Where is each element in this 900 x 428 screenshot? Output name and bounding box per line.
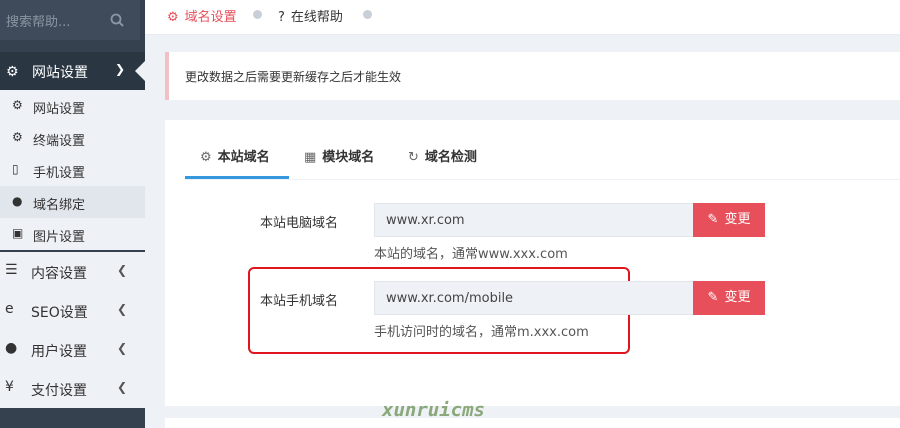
edit-icon: ✎: [707, 212, 719, 227]
gear-icon: ⚙: [167, 10, 179, 25]
mobile-domain-field[interactable]: [374, 281, 694, 315]
sidebar-item-payment[interactable]: ¥ 支付设置 ❮: [0, 369, 145, 408]
chevron-left-icon: ❮: [117, 263, 128, 277]
pc-domain-help: 本站的域名，通常www.xxx.com: [374, 247, 568, 262]
refresh-icon: ↻: [408, 150, 419, 165]
mobile-icon: ▯: [12, 162, 19, 176]
breadcrumb-separator: [363, 10, 372, 19]
tab-label: 模块域名: [322, 150, 375, 165]
sidebar: 搜索帮助... ⚙ 网站设置 ❯ ⚙ 网站设置 ⚙ 终端设置 ▯ 手机设置 ● …: [0, 0, 145, 428]
gear-icon: ⚙: [12, 98, 23, 112]
ie-icon: e: [5, 301, 14, 317]
sidebar-subitem-website[interactable]: ⚙ 网站设置: [0, 90, 145, 122]
breadcrumb: ⚙ 域名设置 ? 在线帮助: [145, 0, 900, 35]
gear-icon: ⚙: [200, 150, 212, 165]
yen-icon: ¥: [5, 379, 14, 395]
subitem-label: 图片设置: [33, 230, 86, 245]
sidebar-subitem-domain[interactable]: ● 域名绑定: [0, 186, 145, 218]
item-label: SEO设置: [31, 305, 88, 321]
mobile-domain-help: 手机访问时的域名，通常m.xxx.com: [374, 325, 589, 340]
subitem-label: 域名绑定: [33, 198, 86, 213]
list-icon: ☰: [5, 262, 18, 278]
subitem-label: 终端设置: [33, 134, 86, 149]
active-indicator: [135, 61, 145, 81]
domain-settings-panel: ⚙ 本站域名 ▦ 模块域名 ↻ 域名检测 本站电脑域名 ✎ 变更 本站的域名，通常www…: [165, 120, 900, 406]
notice-alert: 更改数据之后需要更新缓存之后才能生效: [165, 52, 900, 100]
bottom-panel: [165, 418, 900, 428]
image-icon: ▣: [12, 226, 24, 240]
chevron-left-icon: ❮: [117, 380, 128, 394]
pc-domain-field[interactable]: [374, 203, 694, 237]
pc-domain-input[interactable]: [375, 204, 693, 236]
button-label: 变更: [724, 290, 751, 305]
subitem-label: 网站设置: [33, 102, 86, 117]
tab-label: 域名检测: [424, 150, 477, 165]
sidebar-item-label: 网站设置: [32, 65, 88, 81]
subitem-label: 手机设置: [33, 166, 86, 181]
user-icon: ●: [5, 340, 18, 356]
tab-divider: [185, 179, 900, 180]
mobile-domain-change-button[interactable]: ✎ 变更: [693, 281, 765, 315]
sidebar-subitem-mobile[interactable]: ▯ 手机设置: [0, 154, 145, 186]
tab-label: 本站域名: [217, 150, 270, 165]
search-icon[interactable]: [110, 13, 124, 27]
pc-domain-label: 本站电脑域名: [260, 216, 339, 231]
breadcrumb-separator: [253, 10, 262, 19]
item-label: 支付设置: [31, 383, 87, 399]
sidebar-mainnav: ☰ 内容设置 ❮ e SEO设置 ❮ ● 用户设置 ❮ ¥ 支付设置 ❮: [0, 252, 145, 408]
chevron-left-icon: ❮: [117, 341, 128, 355]
tab-module-domain[interactable]: ▦ 模块域名: [304, 146, 374, 165]
search-box[interactable]: 搜索帮助...: [0, 0, 140, 40]
question-icon: ?: [278, 10, 285, 25]
edit-icon: ✎: [707, 290, 719, 305]
tab-domain-check[interactable]: ↻ 域名检测: [408, 146, 477, 165]
sidebar-item-content[interactable]: ☰ 内容设置 ❮: [0, 252, 145, 291]
mobile-domain-label: 本站手机域名: [260, 294, 339, 309]
globe-icon: ●: [12, 194, 23, 208]
search-input[interactable]: 搜索帮助...: [6, 11, 70, 30]
watermark: xunruicms: [382, 399, 485, 421]
search-area: 搜索帮助...: [0, 0, 145, 42]
sidebar-subitem-image[interactable]: ▣ 图片设置: [0, 218, 145, 250]
chevron-left-icon: ❮: [117, 302, 128, 316]
item-label: 用户设置: [31, 344, 87, 360]
sidebar-item-website-settings[interactable]: ⚙ 网站设置 ❯: [0, 52, 145, 90]
button-label: 变更: [724, 212, 751, 227]
notice-text: 更改数据之后需要更新缓存之后才能生效: [185, 70, 402, 84]
gears-icon: ⚙: [12, 130, 23, 144]
breadcrumb-label: 域名设置: [184, 10, 237, 25]
breadcrumb-item-help[interactable]: ? 在线帮助: [278, 6, 343, 25]
tab-site-domain[interactable]: ⚙ 本站域名: [200, 146, 270, 165]
sidebar-subitem-terminal[interactable]: ⚙ 终端设置: [0, 122, 145, 154]
sidebar-item-seo[interactable]: e SEO设置 ❮: [0, 291, 145, 330]
mobile-domain-input[interactable]: [375, 282, 693, 314]
pc-domain-change-button[interactable]: ✎ 变更: [693, 203, 765, 237]
breadcrumb-label: 在线帮助: [290, 10, 343, 25]
sidebar-item-user[interactable]: ● 用户设置 ❮: [0, 330, 145, 369]
gear-icon: ⚙: [6, 64, 19, 80]
item-label: 内容设置: [31, 266, 87, 282]
table-icon: ▦: [304, 150, 317, 165]
breadcrumb-item-domain[interactable]: ⚙ 域名设置: [167, 6, 237, 25]
chevron-down-icon: ❯: [115, 62, 126, 76]
sidebar-subnav: ⚙ 网站设置 ⚙ 终端设置 ▯ 手机设置 ● 域名绑定 ▣ 图片设置: [0, 90, 145, 250]
